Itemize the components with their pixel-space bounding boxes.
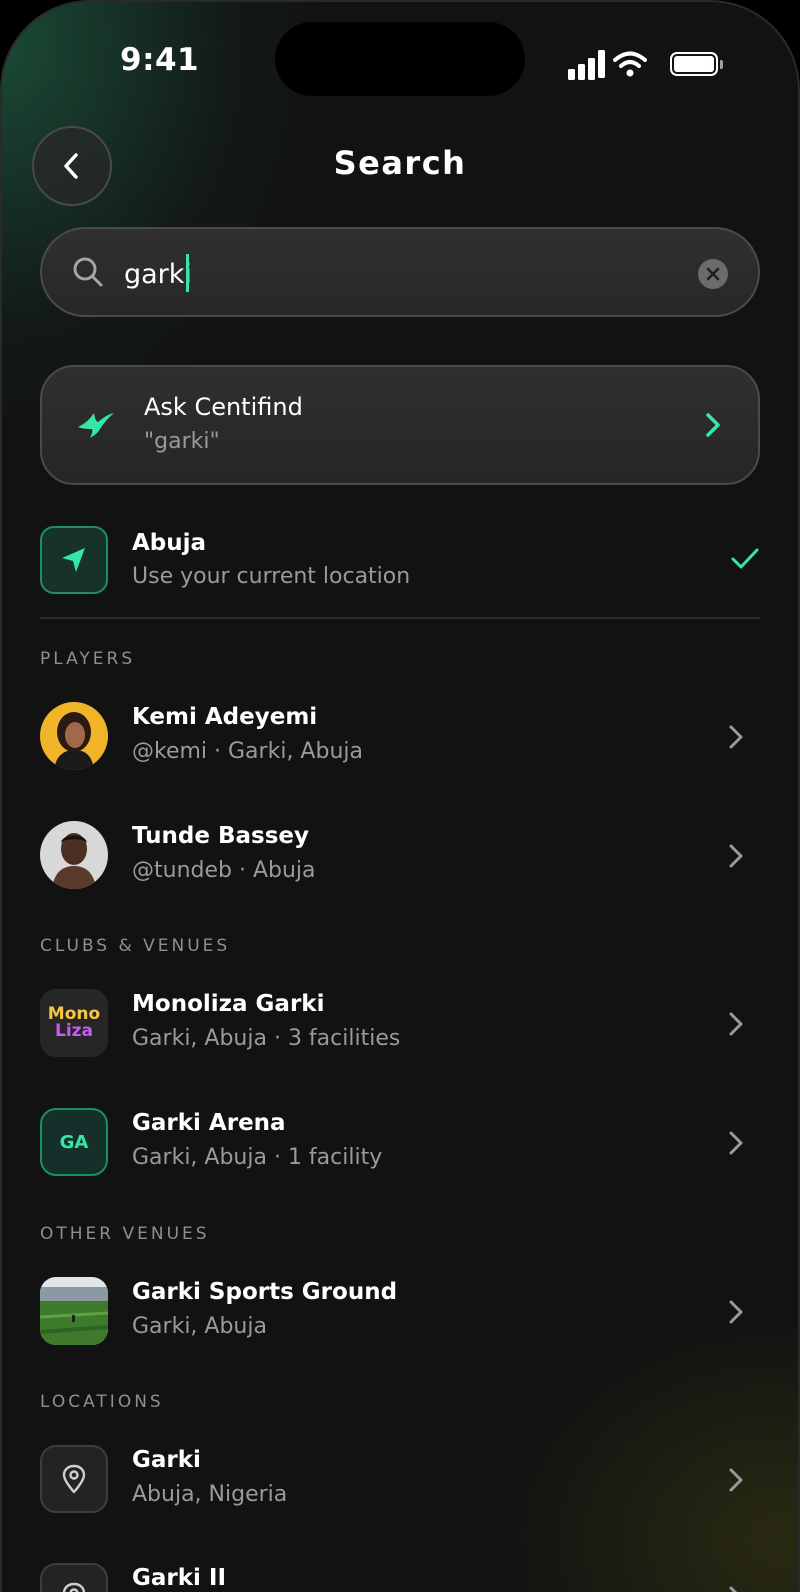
- status-time: 9:41: [120, 42, 200, 78]
- wifi-icon: [613, 51, 647, 77]
- venue-row[interactable]: Garki Sports Ground Garki, Abuja: [40, 1277, 760, 1347]
- player-name: Tunde Bassey: [132, 823, 310, 849]
- map-pin-icon: [40, 1563, 108, 1592]
- dynamic-island: [275, 22, 525, 96]
- map-pin-icon: [40, 1445, 108, 1513]
- player-row[interactable]: Kemi Adeyemi @kemi · Garki, Abuja: [40, 702, 760, 772]
- search-bar[interactable]: [40, 227, 760, 317]
- page-title: Search: [333, 144, 467, 182]
- checkmark-icon: [731, 548, 759, 569]
- location-meta: Abuja, Nigeria: [132, 1482, 288, 1507]
- ask-centifind-card[interactable]: Ask Centifind "garki": [40, 365, 760, 485]
- club-meta: Garki, Abuja · 1 facility: [132, 1145, 383, 1170]
- location-arrow-icon: [40, 526, 108, 594]
- club-meta: Garki, Abuja · 3 facilities: [132, 1026, 401, 1051]
- player-name: Kemi Adeyemi: [132, 704, 318, 730]
- location-row[interactable]: Garki II: [40, 1563, 760, 1592]
- phone-screen: 9:41 Search garki Ask Centifind "garki" …: [0, 0, 800, 1592]
- player-meta: @kemi · Garki, Abuja: [132, 739, 363, 764]
- location-name: Garki: [132, 1447, 201, 1473]
- monoliza-logo: Mono Liza: [40, 989, 108, 1057]
- ask-title: Ask Centifind: [144, 393, 303, 421]
- location-name: Garki II: [132, 1565, 227, 1591]
- chevron-right-icon: [729, 1586, 738, 1592]
- divider: [40, 617, 760, 619]
- status-icons: [568, 48, 728, 80]
- chevron-right-icon: [706, 413, 720, 437]
- avatar: [40, 821, 108, 889]
- section-label-locations: LOCATIONS: [40, 1392, 164, 1412]
- club-name: Garki Arena: [132, 1110, 286, 1136]
- venue-name: Garki Sports Ground: [132, 1279, 398, 1305]
- section-label-clubs: CLUBS & VENUES: [40, 936, 231, 956]
- text-caret: [186, 254, 189, 292]
- search-input[interactable]: [122, 249, 682, 299]
- club-row[interactable]: Mono Liza Monoliza Garki Garki, Abuja · …: [40, 989, 760, 1059]
- current-location-title: Abuja: [132, 530, 207, 556]
- location-row[interactable]: Garki Abuja, Nigeria: [40, 1445, 760, 1515]
- current-location-subtitle: Use your current location: [132, 564, 411, 589]
- chevron-right-icon: [729, 725, 743, 749]
- chevron-right-icon: [729, 1131, 743, 1155]
- player-row[interactable]: Tunde Bassey @tundeb · Abuja: [40, 821, 760, 891]
- club-initials-badge: GA: [40, 1108, 108, 1176]
- ask-query: "garki": [144, 429, 220, 454]
- chevron-right-icon: [729, 1300, 743, 1324]
- section-label-players: PLAYERS: [40, 649, 136, 669]
- club-name: Monoliza Garki: [132, 991, 325, 1017]
- clear-search-button[interactable]: [698, 259, 728, 289]
- venue-photo: [40, 1277, 108, 1345]
- search-icon: [73, 257, 103, 287]
- club-row[interactable]: GA Garki Arena Garki, Abuja · 1 facility: [40, 1108, 760, 1178]
- centifind-bird-icon: [78, 413, 114, 438]
- chevron-right-icon: [729, 1468, 743, 1492]
- chevron-right-icon: [729, 1012, 743, 1036]
- player-meta: @tundeb · Abuja: [132, 858, 316, 883]
- battery-icon: [670, 52, 718, 76]
- section-label-other-venues: OTHER VENUES: [40, 1224, 210, 1244]
- clear-x-icon: [706, 267, 720, 281]
- chevron-right-icon: [729, 844, 743, 868]
- current-location-row[interactable]: Abuja Use your current location: [40, 526, 760, 596]
- venue-meta: Garki, Abuja: [132, 1314, 267, 1339]
- avatar: [40, 702, 108, 770]
